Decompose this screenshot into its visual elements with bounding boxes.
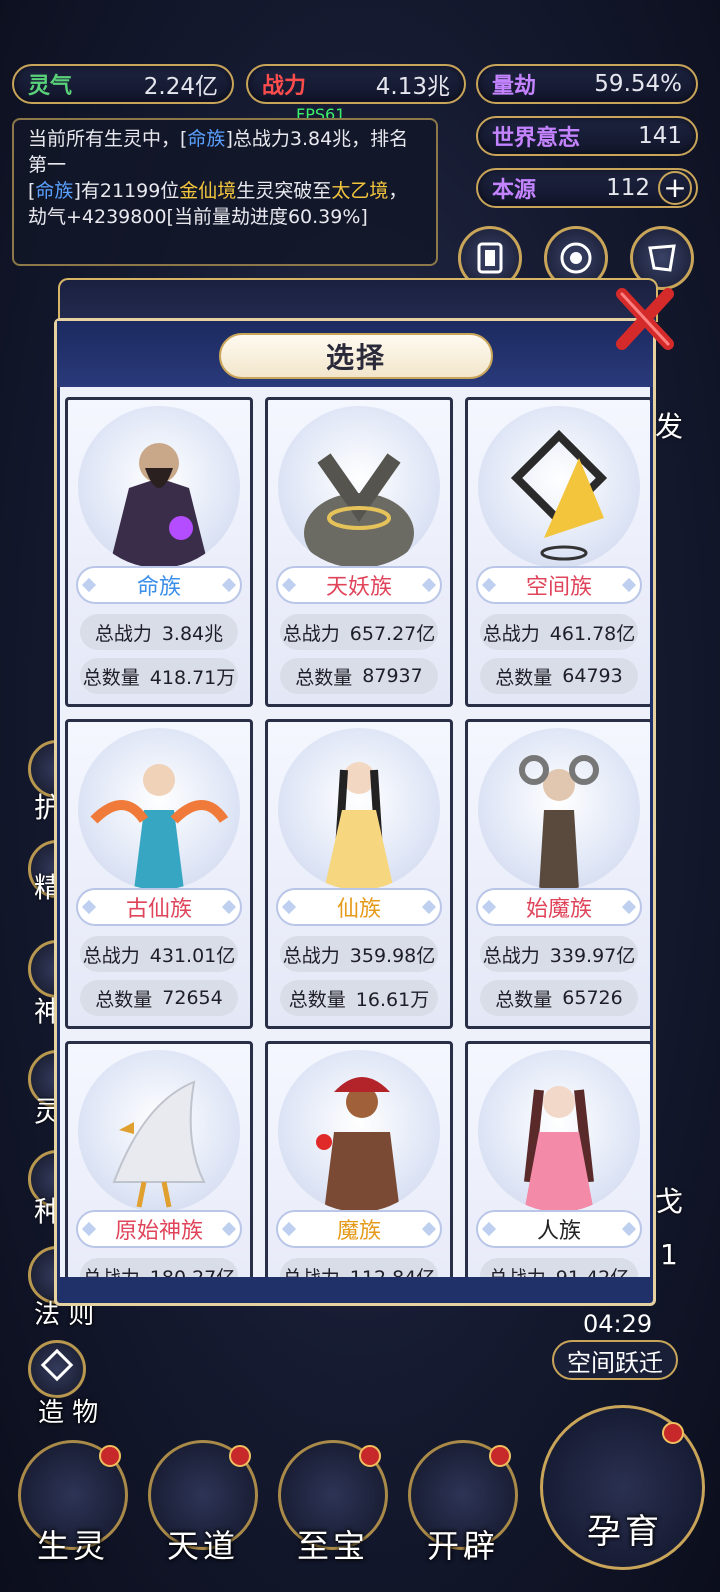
close-icon [616,288,674,350]
total-power-value: 431.01亿 [149,944,236,967]
clan-name: 始魔族 [476,888,642,926]
clan-name: 原始神族 [76,1210,242,1248]
total-count-label: 总数量 [495,666,553,689]
total-power-value: 339.97亿 [549,944,636,967]
modal-title: 选择 [219,333,493,379]
clan-name: 仙族 [276,888,442,926]
multi-headed-dragon-art [304,453,414,568]
clan-card[interactable]: 原始神族 总战力 180.27亿 总数量 [65,1041,253,1277]
close-button[interactable] [610,280,680,360]
total-count-label: 总数量 [495,988,553,1011]
total-power-row: 总战力 461.78亿 [480,614,638,650]
clan-card[interactable]: 人族 总战力 91.42亿 总数量 [465,1041,650,1277]
total-count-value: 16.61万 [355,988,430,1011]
golden-prism-art [510,429,608,561]
total-power-label: 总战力 [94,622,152,645]
clan-portrait [278,406,440,568]
total-power-value: 112.84亿 [350,1263,435,1278]
robed-sorcerer-art [109,443,209,568]
demon-warrior-art [316,1077,400,1212]
total-count-label: 总数量 [82,666,140,689]
clan-card[interactable]: 古仙族 总战力 431.01亿 总数量 72654 [65,719,253,1029]
total-count-label: 总数量 [288,988,346,1011]
clan-card[interactable]: 仙族 总战力 359.98亿 总数量 16.61万 [265,719,453,1029]
total-power-value: 91.42亿 [556,1263,629,1278]
total-count-row: 总数量 418.71万 [80,658,238,694]
total-power-row: 总战力 91.42亿 [480,1258,638,1277]
clan-card[interactable]: 天妖族 总战力 657.27亿 总数量 87937 [265,397,453,707]
total-power-label: 总战力 [482,944,540,967]
clan-card[interactable]: 魔族 总战力 112.84亿 总数量 [265,1041,453,1277]
total-power-row: 总战力 431.01亿 [80,936,238,972]
total-power-row: 总战力 180.27亿 [80,1258,238,1277]
clan-portrait [78,406,240,568]
total-power-label: 总战力 [282,944,340,967]
clan-portrait [478,1050,640,1212]
select-clan-modal: 选择 命族 总战力 3.84兆 总数量 418.71万 天妖族 总战力 657.… [54,318,656,1306]
modal-header: 选择 [57,321,653,387]
clan-name: 命族 [76,566,242,604]
total-count-value: 64793 [562,665,623,687]
white-phoenix-art [112,1080,206,1208]
total-power-value: 359.98亿 [349,944,436,967]
clan-name: 天妖族 [276,566,442,604]
clan-portrait [278,728,440,890]
total-power-value: 657.27亿 [349,622,436,645]
total-count-row: 总数量 87937 [280,658,438,694]
clan-portrait [478,406,640,568]
total-power-value: 3.84兆 [161,622,224,645]
total-count-value: 87937 [362,665,423,687]
total-count-value: 418.71万 [149,666,236,689]
clan-portrait [278,1050,440,1212]
total-power-value: 180.27亿 [150,1263,235,1278]
human-girl-art [524,1086,594,1212]
immortal-maiden-art [324,762,394,890]
clan-grid: 命族 总战力 3.84兆 总数量 418.71万 天妖族 总战力 657.27亿… [65,397,650,1277]
clan-list[interactable]: 命族 总战力 3.84兆 总数量 418.71万 天妖族 总战力 657.27亿… [60,387,650,1277]
clan-portrait [78,728,240,890]
total-power-label: 总战力 [282,622,340,645]
total-power-label: 总战力 [482,622,540,645]
clan-name: 空间族 [476,566,642,604]
total-power-row: 总战力 657.27亿 [280,614,438,650]
clan-name: 古仙族 [76,888,242,926]
total-count-row: 总数量 64793 [480,658,638,694]
celestial-dancer-art [90,764,229,890]
clan-card[interactable]: 始魔族 总战力 339.97亿 总数量 65726 [465,719,650,1029]
clan-portrait [478,728,640,890]
horned-tribeswoman-art [519,755,599,890]
modal-frame-decoration [58,278,658,322]
clan-portrait [78,1050,240,1212]
total-count-value: 72654 [162,987,223,1009]
total-power-row: 总战力 3.84兆 [80,614,238,650]
clan-name: 魔族 [276,1210,442,1248]
total-power-label: 总战力 [489,1263,546,1278]
total-power-label: 总战力 [83,1263,140,1278]
total-count-value: 65726 [562,987,623,1009]
total-count-label: 总数量 [95,988,153,1011]
total-power-row: 总战力 112.84亿 [280,1258,438,1277]
total-count-label: 总数量 [295,666,353,689]
total-count-row: 总数量 72654 [80,980,238,1016]
total-power-value: 461.78亿 [549,622,636,645]
clan-card[interactable]: 空间族 总战力 461.78亿 总数量 64793 [465,397,650,707]
total-count-row: 总数量 16.61万 [280,980,438,1016]
total-count-row: 总数量 65726 [480,980,638,1016]
clan-name: 人族 [476,1210,642,1248]
clan-card[interactable]: 命族 总战力 3.84兆 总数量 418.71万 [65,397,253,707]
total-power-label: 总战力 [82,944,140,967]
total-power-row: 总战力 339.97亿 [480,936,638,972]
total-power-label: 总战力 [283,1263,340,1278]
total-power-row: 总战力 359.98亿 [280,936,438,972]
